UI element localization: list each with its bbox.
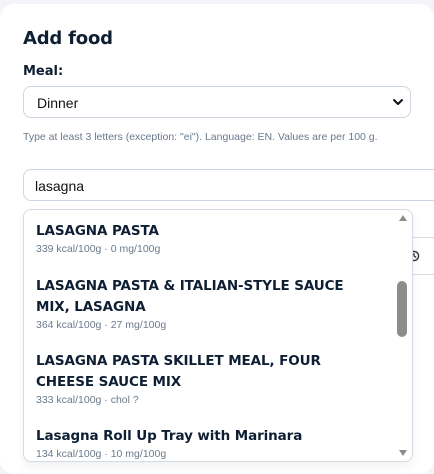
meal-select[interactable]: Dinner [23,86,411,118]
suggestion-name: LASAGNA PASTA & ITALIAN-STYLE SAUCE MIX,… [36,278,344,315]
scroll-up-icon[interactable] [398,214,408,222]
suggestions-dropdown[interactable]: LASAGNA PASTA 339 kcal/100g · 0 mg/100g … [23,209,413,462]
panel-title: Add food [23,28,113,49]
meal-label: Meal: [23,64,64,79]
suggestion-meta: 333 kcal/100g · chol ? [36,394,139,406]
suggestion-item[interactable]: LASAGNA PASTA SKILLET MEAL, FOUR CHEESE … [36,351,376,406]
chevron-down-icon [393,99,403,105]
suggestion-name: LASAGNA PASTA SKILLET MEAL, FOUR CHEESE … [36,353,321,390]
search-hint: Type at least 3 letters (exception: "ei"… [23,131,378,143]
scrollbar-thumb[interactable] [397,281,407,337]
food-search-input[interactable]: lasagna [23,169,434,201]
food-search-value: lasagna [35,178,85,194]
suggestion-item[interactable]: LASAGNA PASTA 339 kcal/100g · 0 mg/100g [36,221,376,255]
suggestion-name: Lasagna Roll Up Tray with Marinara [36,428,303,444]
suggestion-item[interactable]: Lasagna Roll Up Tray with Marinara 134 k… [36,426,376,460]
scroll-down-icon[interactable] [398,449,408,457]
suggestion-item[interactable]: LASAGNA PASTA & ITALIAN-STYLE SAUCE MIX,… [36,276,376,331]
meal-select-value: Dinner [37,95,79,111]
suggestion-meta: 364 kcal/100g · 27 mg/100g [36,319,167,331]
suggestion-name: LASAGNA PASTA [36,223,159,239]
suggestion-meta: 339 kcal/100g · 0 mg/100g [36,243,161,255]
suggestion-meta: 134 kcal/100g · 10 mg/100g [36,448,167,460]
add-food-panel: Add food Meal: Dinner Type at least 3 le… [0,4,434,474]
